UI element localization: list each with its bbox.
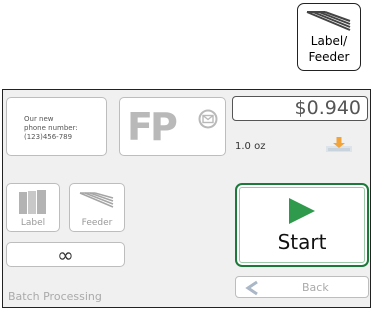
batch-count-button[interactable]: ∞ [6,242,125,267]
back-button-label: Back [302,281,329,294]
download-arrow-icon[interactable] [324,136,354,154]
back-arrow-icon [245,280,258,296]
weight-readout: 1.0 oz [235,141,266,152]
play-icon [289,198,315,224]
label-feeder-label-line1: Label/ [310,34,348,48]
label-sheets-icon [19,190,46,214]
info-card-text: Our new phone number: (123)456-789 [24,115,104,142]
feeder-mode-button[interactable]: Feeder [69,183,125,232]
start-button[interactable]: Start [235,183,369,267]
postage-amount-display[interactable]: $0.940 [232,96,368,121]
envelope-badge-icon [198,109,218,129]
start-button-label: Start [277,230,327,254]
logo-card[interactable]: FP [119,97,226,156]
info-line-1: Our new [24,115,54,123]
label-feeder-label-line2: Feeder [308,50,350,64]
back-button[interactable]: Back [235,276,369,298]
info-line-3: (123)456-789 [24,133,73,141]
label-mode-button[interactable]: Label [6,183,60,232]
info-card[interactable]: Our new phone number: (123)456-789 [6,97,107,156]
label-mode-text: Label [20,218,46,228]
infinity-icon: ∞ [57,242,74,267]
label-feeder-button[interactable]: Label/ Feeder [297,3,361,71]
batch-processing-label: Batch Processing [8,290,102,303]
feeder-mode-text: Feeder [81,218,113,228]
feeder-stack-icon [79,192,114,208]
stacked-envelopes-icon [306,11,351,31]
fp-logo: FP [127,105,178,149]
info-line-2: phone number: [24,124,78,132]
